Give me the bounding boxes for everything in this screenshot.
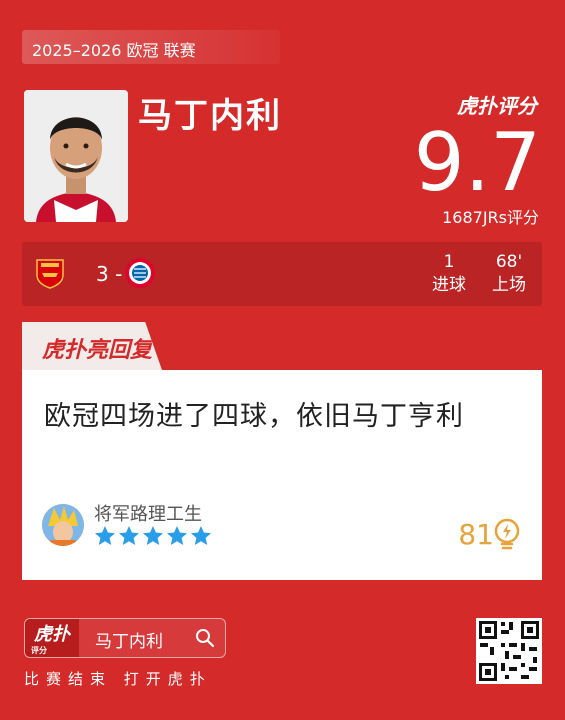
user-rating-stars [95,526,211,545]
goals-value: 1 [443,252,455,272]
hupu-footer-logo-subtext: 评分 [31,646,47,655]
highlight-comment: 欧冠四场进了四球，依旧马丁亨利 [44,401,464,432]
star-icon [143,526,163,545]
star-icon [119,526,139,545]
star-icon [95,526,115,545]
highlight-tab-title: 虎扑亮回复 [42,338,153,363]
qr-code[interactable] [476,618,542,684]
arsenal-crest-icon [36,259,64,289]
hupu-footer-logo: 虎扑 评分 [25,619,79,657]
ratings-count: 1687JRs评分 [442,208,539,227]
season-competition-label: 2025–2026 欧冠 联赛 [32,41,196,60]
footer-caption: 比赛结束 打开虎扑 [24,670,212,688]
user-name[interactable]: 将军路理工生 [94,500,202,526]
goals-stat: 1 进球 [426,251,472,297]
player-photo [24,90,128,222]
hupu-footer-logo-text: 虎扑 [34,624,70,645]
match-summary[interactable]: 3 - 1 1 进球 68' 上场 [22,242,542,306]
app-logo: 虎扑评分 [457,94,537,118]
player-score: 9.7 [413,116,541,209]
minutes-stat: 68' 上场 [484,251,534,297]
bayern-crest-icon [125,258,155,288]
search-icon[interactable] [195,628,215,648]
goals-label: 进球 [432,275,466,295]
player-name: 马丁内利 [138,96,282,136]
highlight-tab: 虎扑亮回复 [22,322,162,370]
like-count: 81 [458,518,494,551]
hupu-search-bar[interactable]: 虎扑 评分 马丁内利 [24,618,226,658]
season-banner: 2025–2026 欧冠 联赛 [22,30,280,64]
minutes-label: 上场 [492,275,526,295]
user-avatar[interactable] [42,504,84,546]
star-icon [167,526,187,545]
highlight-card[interactable]: 欧冠四场进了四球，依旧马丁亨利 将军路理工生 81 [22,370,542,580]
star-icon [191,526,211,545]
lightbulb-like-icon[interactable] [492,518,522,550]
minutes-value: 68' [495,252,523,272]
search-query: 马丁内利 [95,632,163,652]
